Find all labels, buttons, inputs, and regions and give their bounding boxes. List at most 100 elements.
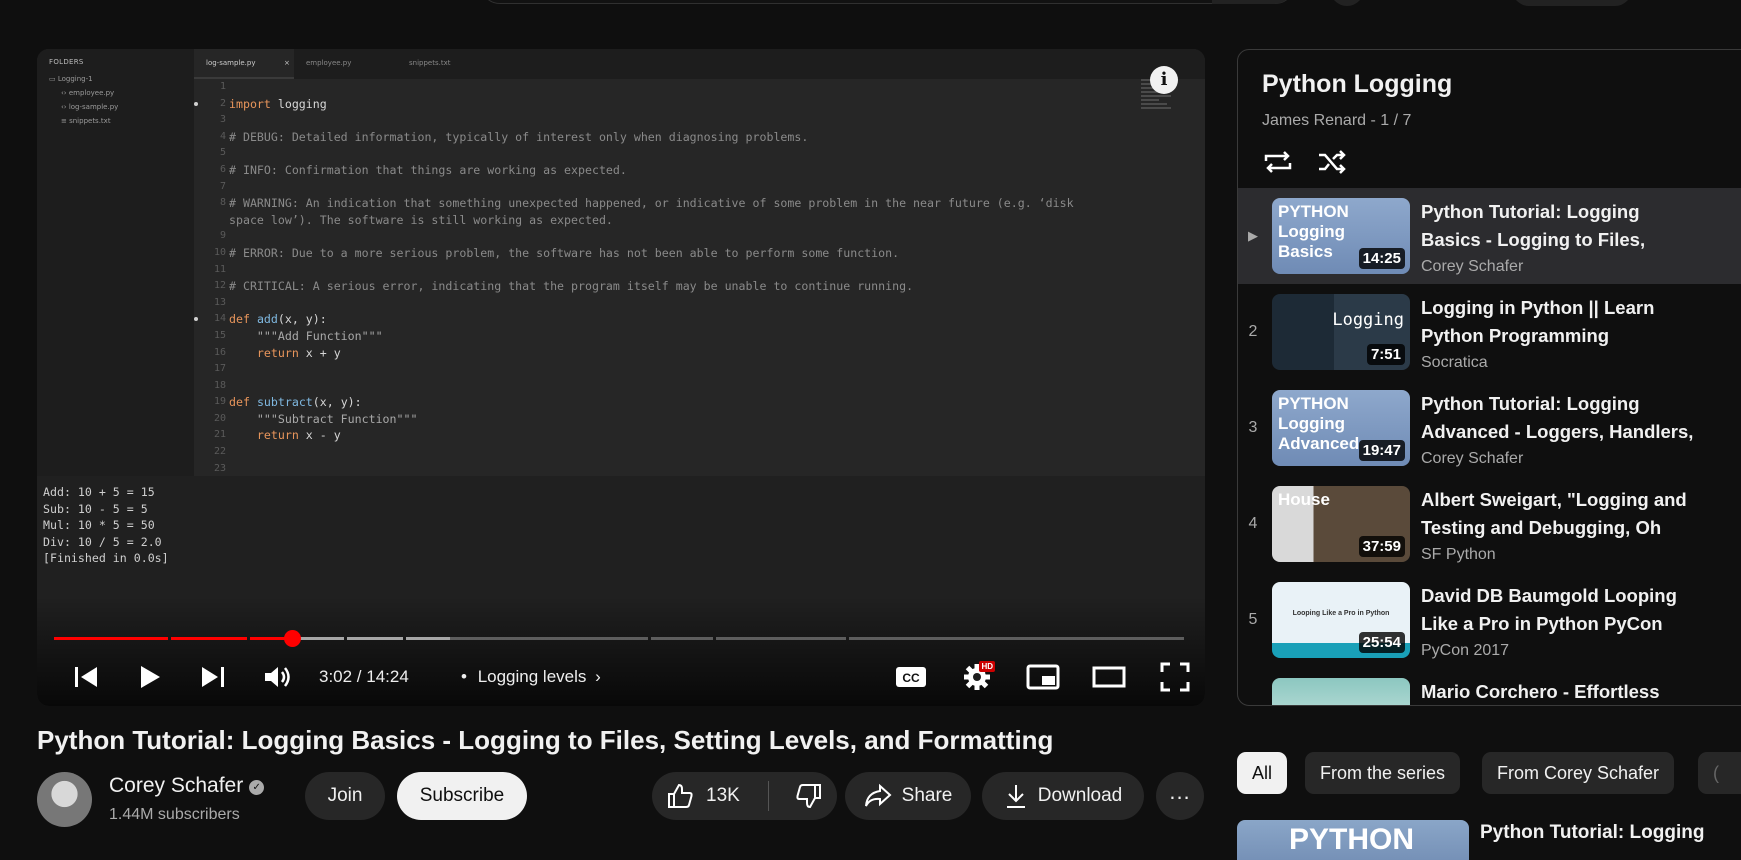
video-thumbnail[interactable]: Logging 7:51 xyxy=(1272,294,1410,370)
video-thumbnail[interactable] xyxy=(1272,678,1410,705)
playlist-index: ▶ xyxy=(1248,228,1258,243)
playlist-title[interactable]: Python Logging xyxy=(1262,70,1452,99)
chapter-segment[interactable] xyxy=(170,637,247,640)
subscribe-button[interactable]: Subscribe xyxy=(397,772,527,820)
more-actions-button[interactable]: ... xyxy=(1156,772,1204,820)
more-icon: ... xyxy=(1169,779,1191,804)
file-entry: ‹› log-sample.py xyxy=(61,103,119,111)
chip-next[interactable]: ( xyxy=(1698,752,1741,794)
playlist-index: 4 xyxy=(1248,515,1258,532)
progress-bar[interactable] xyxy=(54,630,1187,647)
chapter-segment[interactable] xyxy=(651,637,713,640)
video-duration: 19:47 xyxy=(1358,440,1405,461)
loop-icon[interactable] xyxy=(1260,144,1296,180)
editor-tab: snippets.txt xyxy=(409,59,451,67)
previous-icon[interactable] xyxy=(66,657,106,697)
video-frame-editor: FOLDERS ▭ Logging-1 ‹› employee.py ‹› lo… xyxy=(37,49,1205,476)
line-number: 3 xyxy=(219,114,226,126)
share-label: Share xyxy=(901,785,953,806)
shuffle-icon[interactable] xyxy=(1314,144,1350,180)
chip-from-channel[interactable]: From Corey Schafer xyxy=(1482,752,1675,794)
line-number: 6 xyxy=(219,163,226,175)
volume-icon[interactable] xyxy=(258,657,298,697)
next-icon[interactable] xyxy=(193,657,233,697)
line-number: 7 xyxy=(219,180,226,192)
code-line: def add(x, y): xyxy=(229,312,327,327)
editor-tab: log-sample.py × xyxy=(194,49,294,79)
create-button[interactable] xyxy=(1512,0,1632,6)
captions-icon[interactable]: CC xyxy=(891,657,931,697)
playlist-item[interactable]: 5 Looping Like a Pro in Python 25:54 David … xyxy=(1238,572,1741,668)
progress-scrubber[interactable] xyxy=(283,630,301,647)
file-entry: ▭ Logging-1 xyxy=(49,75,93,83)
playlist-item[interactable]: 6 Mario Corchero - Effortless xyxy=(1238,668,1741,705)
theater-icon[interactable] xyxy=(1089,657,1129,697)
download-icon xyxy=(1006,785,1025,808)
video-thumbnail[interactable]: PYTHON Logging Advanced 19:47 xyxy=(1272,390,1410,466)
like-button[interactable]: 13K xyxy=(666,782,740,810)
line-number: 13 xyxy=(213,296,226,308)
playlist-item[interactable]: 4 House 37:59 Albert Sweigart, "Logging and… xyxy=(1238,476,1741,572)
video-player[interactable]: FOLDERS ▭ Logging-1 ‹› employee.py ‹› lo… xyxy=(37,49,1205,706)
search-button[interactable] xyxy=(1212,0,1294,4)
chapter-segment[interactable] xyxy=(849,637,1184,640)
code-line: """Add Function""" xyxy=(256,328,383,343)
playlist-index: 6 xyxy=(1238,668,1268,705)
playlist-item-channel: Socratica xyxy=(1421,354,1488,371)
line-number: 4 xyxy=(219,130,226,142)
svg-text:CC: CC xyxy=(902,671,920,685)
console-line: Mul: 10 * 5 = 50 xyxy=(43,518,155,533)
avatar[interactable] xyxy=(37,772,92,827)
like-divider xyxy=(767,781,769,811)
chapter-title[interactable]: • Logging levels › xyxy=(461,657,601,697)
code-line: # INFO: Confirmation that things are wor… xyxy=(229,162,627,177)
console-line: Sub: 10 - 5 = 5 xyxy=(43,501,148,516)
video-thumbnail[interactable]: House 37:59 xyxy=(1272,486,1410,562)
playlist-item-channel: SF Python xyxy=(1421,546,1496,563)
line-number: 10 xyxy=(213,246,226,258)
line-number: 17 xyxy=(213,363,226,375)
search-input[interactable] xyxy=(480,0,1295,4)
dislike-button[interactable] xyxy=(795,782,823,810)
chapter-label: Logging levels xyxy=(477,667,587,686)
line-number: 23 xyxy=(213,462,226,474)
download-button[interactable]: Download xyxy=(982,772,1144,820)
share-button[interactable]: Share xyxy=(845,772,971,820)
playlist-item[interactable]: ▶ PYTHON Logging Basics 14:25 Python Tutori… xyxy=(1238,188,1741,284)
play-icon[interactable] xyxy=(130,657,170,697)
code-line: def subtract(x, y): xyxy=(229,395,362,410)
video-thumbnail[interactable]: Looping Like a Pro in Python 25:54 xyxy=(1272,582,1410,658)
thumbnail-text: Logging xyxy=(1332,310,1404,330)
chip-all[interactable]: All xyxy=(1237,752,1288,794)
settings-icon[interactable]: HD xyxy=(957,657,997,697)
chapter-segment[interactable] xyxy=(54,637,168,640)
recommendation-item[interactable]: PYTHON Python Tutorial: Logging xyxy=(1237,820,1741,860)
voice-search-button[interactable] xyxy=(1330,0,1364,6)
like-dislike-group: 13K xyxy=(652,772,837,820)
info-icon[interactable]: i xyxy=(1150,66,1178,94)
fullscreen-icon[interactable] xyxy=(1155,657,1195,697)
chapter-segment[interactable] xyxy=(347,637,404,640)
miniplayer-icon[interactable] xyxy=(1023,657,1063,697)
chapter-segment[interactable] xyxy=(406,637,649,640)
code-line: """Subtract Function""" xyxy=(256,411,418,426)
playlist-item-title: Python Tutorial: Logging Advanced - Logg… xyxy=(1421,393,1694,442)
chapter-segment[interactable] xyxy=(715,637,847,640)
recommendation-title: Python Tutorial: Logging xyxy=(1480,822,1705,843)
chip-from-series[interactable]: From the series xyxy=(1305,752,1461,794)
playlist-item-channel: Corey Schafer xyxy=(1421,258,1524,275)
line-number: 21 xyxy=(213,429,226,441)
thumbnail-text: Looping Like a Pro in Python xyxy=(1292,610,1390,617)
playlist-item-channel: Corey Schafer xyxy=(1421,450,1524,467)
join-button[interactable]: Join xyxy=(305,772,385,820)
video-thumbnail[interactable]: PYTHON Logging Basics 14:25 xyxy=(1272,198,1410,274)
playlist-item[interactable]: 3 PYTHON Logging Advanced 19:47 Python Tuto… xyxy=(1238,380,1741,476)
channel-name[interactable]: Corey Schafer ✓ xyxy=(109,774,265,798)
playlist-item[interactable]: 2 Logging 7:51 Logging in Python || Learn P… xyxy=(1238,284,1741,380)
playlist-index: 2 xyxy=(1248,323,1258,340)
video-duration: 25:54 xyxy=(1358,632,1405,653)
